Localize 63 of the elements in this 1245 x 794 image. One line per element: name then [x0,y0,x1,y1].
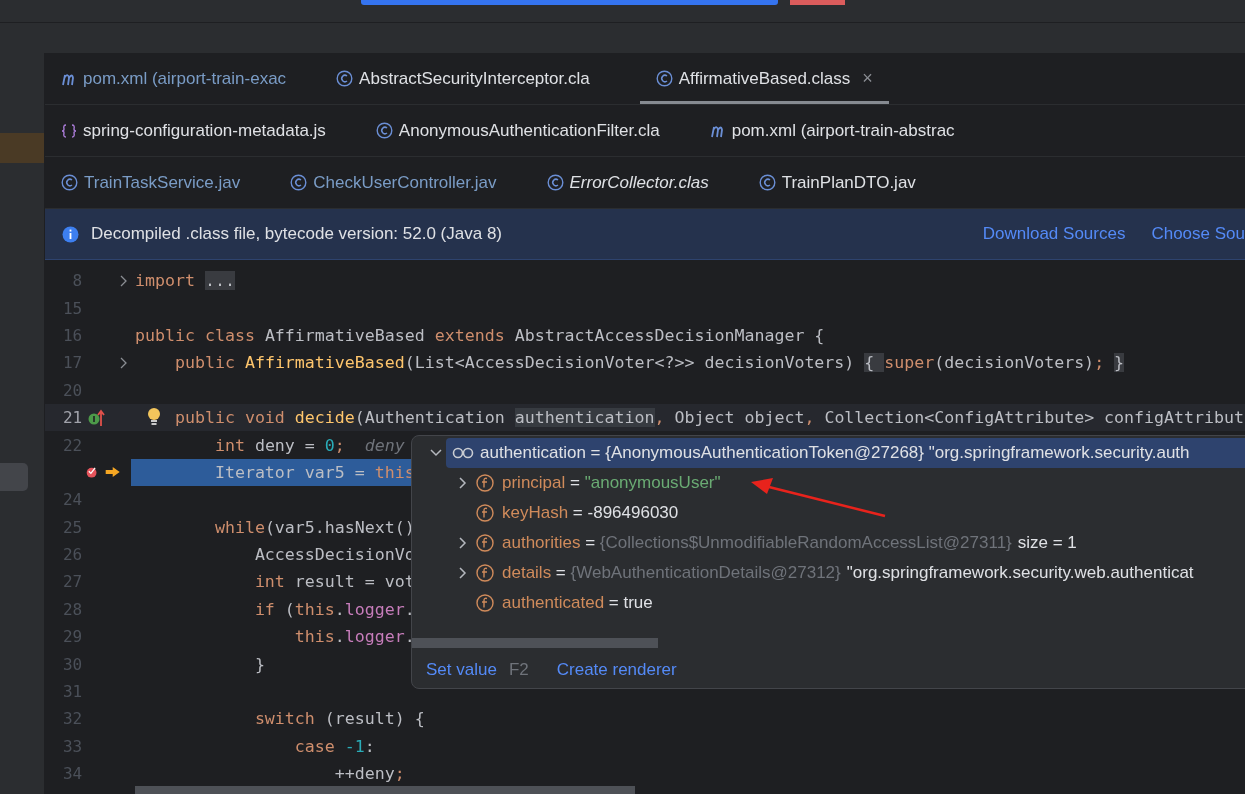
editor-tab[interactable]: TrainPlanDTO.jav [758,157,942,208]
class-icon [290,174,308,191]
class-icon [61,174,78,191]
editor-tab[interactable]: pom.xml (airport-train-exac [61,53,313,104]
editor-tab[interactable]: TrainTaskService.jav [61,157,267,208]
field-icon [476,474,494,492]
class-icon [758,174,776,191]
code-line: case -1: [293,736,375,756]
editor-tab[interactable]: spring-configuration-metadata.js [61,105,352,156]
class-icon [546,174,564,191]
horizontal-scrollbar[interactable] [412,638,658,648]
class-icon [336,70,354,87]
code-line: this.logger. [293,627,415,647]
editor-tab[interactable]: ErrorCollector.clas [546,157,735,208]
banner-link[interactable]: Choose Sou [1151,224,1245,244]
field-icon [476,564,494,582]
horizontal-scrollbar[interactable] [135,786,635,794]
class-icon [375,122,393,139]
variable-row[interactable]: details = {WebAuthenticationDetails@27312} "org.springframework.security.web.authenticat [428,558,1245,588]
editor-tab[interactable]: AbstractSecurityInterceptor.cla [336,53,616,104]
json-icon [61,123,77,138]
code-line: ++deny; [333,764,405,784]
line-number: 21 [61,408,83,428]
variable-row[interactable]: authentication = {AnonymousAuthenticationToken@27268} "org.springframework.security.auth [446,438,1245,468]
code-line: } [253,654,265,674]
code-line: int deny = 0; deny [213,435,405,455]
editor-tab[interactable]: CheckUserController.jav [290,157,523,208]
banner-link[interactable]: Download Sources [982,224,1126,244]
code-line: import ... [135,271,235,291]
chevron-icon[interactable] [430,447,442,459]
side-panel-highlight [0,133,44,163]
chevron-icon[interactable] [458,567,468,579]
field-icon [476,504,494,522]
class-icon [655,70,673,87]
info-icon [62,225,79,243]
variable-row[interactable]: authenticated = true [428,588,1245,618]
field-icon [476,594,494,612]
close-icon[interactable]: × [862,68,873,89]
toolbar-indicator [790,0,845,5]
chevron-icon[interactable] [458,477,468,489]
code-line: public AffirmativeBased(List<AccessDecisionVoter<?>> decisionVoters) { super(decisionVoters); } [173,353,1125,373]
maven-icon [61,71,77,86]
glasses-icon [452,447,474,459]
variable-row[interactable]: authorities = {Collections$UnmodifiableRandomAccessList@27311} size = 1 [428,528,1245,558]
field-icon [476,534,494,552]
code-line: public class AffirmativeBased extends AbstractAccessDecisionManager { [135,325,825,345]
maven-icon [709,123,726,138]
editor-tab[interactable]: AnonymousAuthenticationFilter.cla [375,105,686,156]
code-line: switch (result) { [253,709,425,729]
editor-tab[interactable]: pom.xml (airport-train-abstrac [709,105,981,156]
chevron-icon[interactable] [458,537,468,549]
editor-tab[interactable]: AffirmativeBased.class × [639,53,889,104]
popup-action-link[interactable]: Set value F2 [426,660,529,680]
code-line: public void decide(Authentication authentication, Object object, Collection<ConfigAttribute> configAttribut [173,408,1244,428]
variable-row[interactable]: principal = "anonymousUser" [428,468,1245,498]
popup-action-link[interactable]: Create renderer [556,660,677,680]
lightbulb-icon[interactable] [147,406,161,427]
code-line: while(var5.hasNext() [213,517,415,537]
code-line: int result = vot [253,572,415,592]
banner-message: Decompiled .class file, bytecode version: 52.0 (Java 8) [91,224,503,244]
code-line: if (this.logger. [253,599,415,619]
code-line: AccessDecisionVo [253,545,415,565]
variable-row[interactable]: keyHash = -896496030 [428,498,1245,528]
